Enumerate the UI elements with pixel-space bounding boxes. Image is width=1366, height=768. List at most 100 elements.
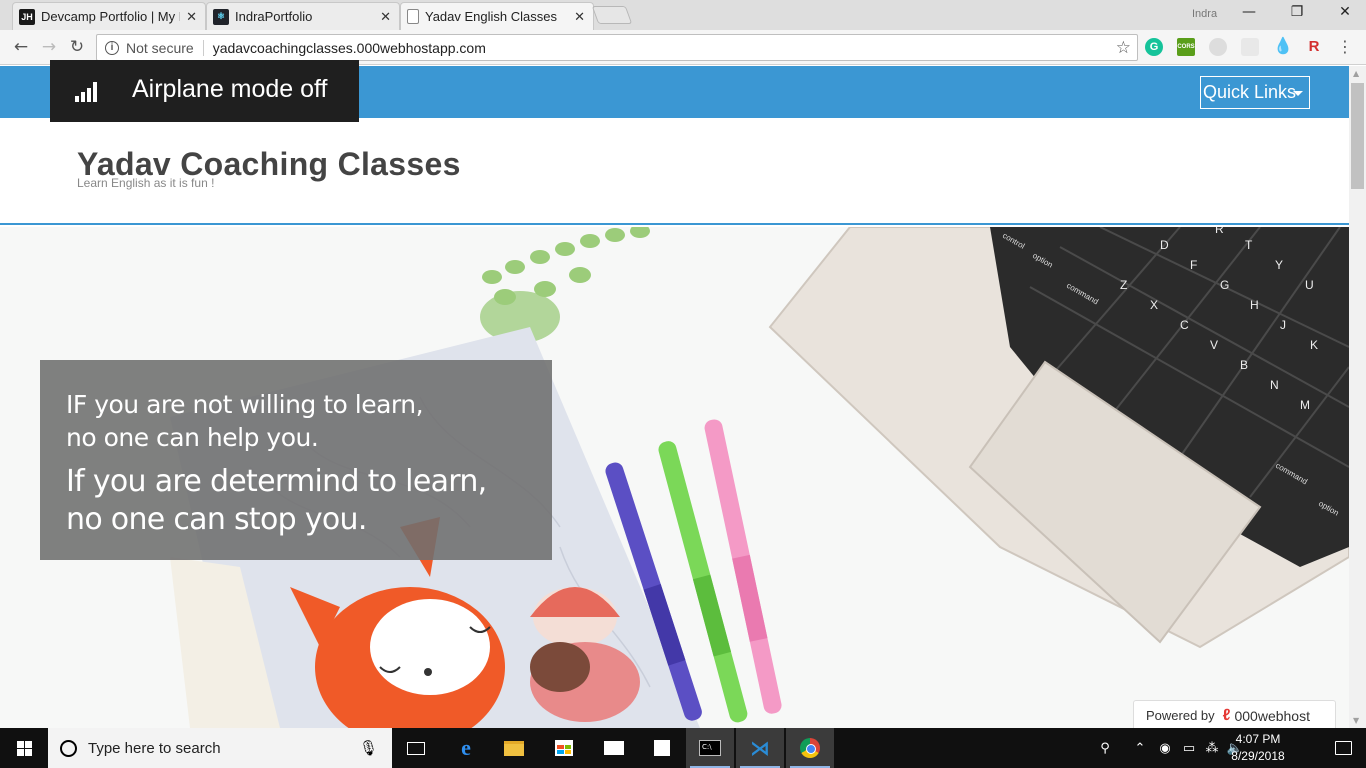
site-header: Yadav Coaching Classes Learn English as … xyxy=(0,118,1349,225)
taskbar-search-box[interactable]: Type here to search 🎙 xyxy=(48,728,392,768)
tab-close-icon[interactable]: ✕ xyxy=(186,9,197,25)
key-label: G xyxy=(1220,278,1229,292)
mail-taskbar-button[interactable] xyxy=(590,728,638,768)
task-view-button[interactable] xyxy=(392,728,440,768)
droplet-extension-icon[interactable]: 💧 xyxy=(1273,38,1293,56)
key-label: J xyxy=(1280,318,1286,332)
airplane-mode-toast[interactable]: Airplane mode off xyxy=(50,60,359,122)
address-bar[interactable]: i Not secure yadavcoachingclasses.000web… xyxy=(96,34,1138,61)
sticky-notes-taskbar-button[interactable] xyxy=(638,728,686,768)
browser-menu-icon[interactable]: ⋮ xyxy=(1337,38,1353,56)
url-text[interactable]: yadavcoachingclasses.000webhostapp.com xyxy=(213,40,1116,56)
edge-taskbar-button[interactable]: e xyxy=(442,728,490,768)
clock-date: 8/29/2018 xyxy=(1231,749,1285,763)
minimize-icon[interactable]: — xyxy=(1234,4,1264,20)
key-label: Z xyxy=(1120,278,1127,292)
key-label: X xyxy=(1150,298,1158,312)
tab-devcamp-portfolio[interactable]: JH Devcamp Portfolio | My P ✕ xyxy=(12,2,206,30)
tab-title: Devcamp Portfolio | My P xyxy=(41,9,181,24)
maximize-icon[interactable]: ❐ xyxy=(1282,4,1312,20)
key-label: N xyxy=(1270,378,1279,392)
battery-icon[interactable]: ▭ xyxy=(1178,728,1200,768)
store-icon xyxy=(555,740,573,756)
key-label: T xyxy=(1245,238,1253,252)
show-hidden-icons-chevron-icon[interactable]: ⌃ xyxy=(1130,728,1150,768)
file-explorer-taskbar-button[interactable] xyxy=(490,728,538,768)
site-tagline: Learn English as it is fun ! xyxy=(77,176,215,190)
info-icon[interactable]: i xyxy=(105,40,119,55)
tab-close-icon[interactable]: ✕ xyxy=(574,9,585,25)
mail-icon xyxy=(604,741,624,755)
windows-logo-icon xyxy=(16,740,32,756)
scroll-thumb[interactable] xyxy=(1351,83,1364,189)
tab-indra-portfolio[interactable]: ⚛ IndraPortfolio ✕ xyxy=(206,2,400,30)
caret-down-icon xyxy=(1293,91,1303,96)
key-label: K xyxy=(1310,338,1318,352)
key-label: H xyxy=(1250,298,1259,312)
key-label: F xyxy=(1190,258,1197,272)
page-scrollbar[interactable]: ▲ ▼ xyxy=(1349,66,1366,728)
key-label: U xyxy=(1305,278,1314,292)
r-extension-icon[interactable]: R xyxy=(1305,38,1323,56)
quote-line-3: If you are determind to learn, xyxy=(66,464,487,499)
grammarly-extension-icon[interactable]: G xyxy=(1145,38,1163,56)
security-indicator[interactable]: Not secure xyxy=(126,40,194,56)
react-icon: ⚛ xyxy=(213,8,229,25)
quote-line-1: IF you are not willing to learn, xyxy=(66,390,424,419)
chrome-taskbar-button[interactable] xyxy=(786,728,834,768)
000webhost-logo-icon: ℓ xyxy=(1222,706,1231,724)
quick-links-label: Quick Links xyxy=(1203,82,1297,102)
key-label: B xyxy=(1240,358,1248,372)
bookmark-star-icon[interactable]: ☆ xyxy=(1116,38,1131,58)
cortana-icon xyxy=(60,739,77,757)
edge-icon: e xyxy=(461,735,471,760)
scroll-up-icon[interactable]: ▲ xyxy=(1353,69,1359,78)
close-window-icon[interactable]: ✕ xyxy=(1330,4,1360,20)
network-icon[interactable]: ⁂ xyxy=(1202,728,1222,768)
notification-icon xyxy=(1334,741,1352,755)
tab-yadav-english-classes[interactable]: Yadav English Classes ✕ xyxy=(400,2,594,30)
start-button[interactable] xyxy=(0,728,48,768)
chrome-icon xyxy=(800,738,820,758)
quote-line-4: no one can stop you. xyxy=(66,502,367,537)
forward-arrow-icon[interactable]: → xyxy=(37,36,61,58)
microphone-icon[interactable]: 🎙 xyxy=(359,739,378,757)
scroll-down-icon[interactable]: ▼ xyxy=(1353,716,1359,725)
hero-banner: Z X C V B N M D F G H J K R T Y U contro… xyxy=(0,227,1349,728)
quote-line-2: no one can help you. xyxy=(66,423,319,452)
signal-bars-icon xyxy=(75,80,101,102)
page-viewport: Quick Links Yadav Coaching Classes Learn… xyxy=(0,66,1349,728)
sticky-notes-icon xyxy=(654,740,670,756)
jh-favicon-icon: JH xyxy=(19,8,35,25)
cors-extension-icon[interactable]: CORS xyxy=(1177,38,1195,56)
new-tab-button[interactable] xyxy=(591,6,633,24)
key-label: V xyxy=(1210,338,1218,352)
extension-icon[interactable] xyxy=(1241,38,1259,56)
clock-time: 4:07 PM xyxy=(1235,732,1281,746)
taskbar-clock[interactable]: 4:07 PM 8/29/2018 xyxy=(1222,731,1294,765)
screen: JH Devcamp Portfolio | My P ✕ ⚛ IndraPor… xyxy=(0,0,1366,768)
key-label: Y xyxy=(1275,258,1283,272)
quick-links-dropdown[interactable]: Quick Links xyxy=(1200,76,1310,109)
vscode-icon: ⋊ xyxy=(750,736,770,760)
tab-close-icon[interactable]: ✕ xyxy=(380,9,391,25)
motivational-quote-box: IF you are not willing to learn, no one … xyxy=(40,360,552,560)
key-label: M xyxy=(1300,398,1310,412)
extension-icon[interactable] xyxy=(1209,38,1227,56)
address-separator xyxy=(202,39,204,56)
browser-tab-strip: JH Devcamp Portfolio | My P ✕ ⚛ IndraPor… xyxy=(0,0,1366,30)
search-placeholder: Type here to search xyxy=(88,739,221,757)
action-center-button[interactable] xyxy=(1320,728,1366,768)
reload-icon[interactable]: ↻ xyxy=(65,36,89,58)
record-icon[interactable]: ◉ xyxy=(1154,728,1176,768)
people-icon[interactable]: ⚲ xyxy=(1094,728,1116,768)
store-taskbar-button[interactable] xyxy=(540,728,588,768)
back-arrow-icon[interactable]: ← xyxy=(9,36,33,58)
key-label: D xyxy=(1160,238,1169,252)
command-prompt-taskbar-button[interactable]: C:\ xyxy=(686,728,734,768)
profile-name[interactable]: Indra xyxy=(1192,8,1217,20)
tab-title: IndraPortfolio xyxy=(235,9,313,24)
powered-by-badge[interactable]: Powered by ℓ 000webhost xyxy=(1133,700,1336,728)
vscode-taskbar-button[interactable]: ⋊ xyxy=(736,728,784,768)
powered-by-prefix: Powered by xyxy=(1146,708,1215,723)
